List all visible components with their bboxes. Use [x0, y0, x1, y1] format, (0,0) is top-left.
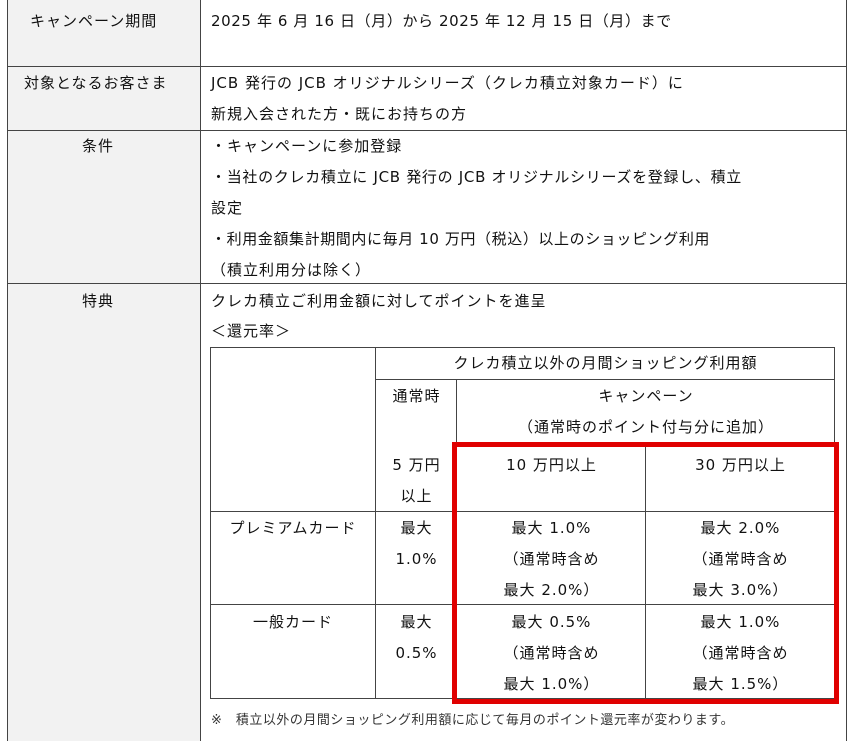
header-normal: 通常時 — [392, 387, 441, 405]
premium-normal: 1.0% — [395, 550, 438, 568]
header-campaign: キャンペーン — [598, 387, 694, 405]
target-text-line1: JCB 発行の JCB オリジナルシリーズ（クレカ積立対象カード）に — [211, 74, 684, 92]
tier-5: 5 万円 — [392, 456, 441, 474]
period-value: 2025 年 6 月 16 日（月）から 2025 年 12 月 15 日（月）… — [211, 12, 672, 30]
outer-left-border — [7, 0, 8, 741]
premium-normal: 最大 — [400, 519, 433, 537]
conditions-line: （積立利用分は除く） — [211, 261, 372, 279]
footnote: ※ 積立以外の月間ショッピング利用額に応じて毎月のポイント還元率が変わります。 — [211, 713, 735, 728]
conditions-line: 設定 — [211, 199, 244, 217]
tier-5: 以上 — [400, 487, 433, 505]
header-campaign-sub: （通常時のポイント付与分に追加） — [517, 418, 774, 436]
row-divider — [7, 66, 847, 67]
conditions-label: 条件 — [82, 137, 115, 155]
conditions-line: ・当社のクレカ積立に JCB 発行の JCB オリジナルシリーズを登録し、積立 — [211, 168, 743, 186]
outer-right-border — [846, 0, 847, 741]
general-normal: 最大 — [400, 613, 433, 631]
row-divider — [7, 130, 847, 131]
benefit-label: 特典 — [82, 292, 115, 310]
row-name-general: 一般カード — [252, 613, 333, 631]
benefit-label-cell — [7, 283, 200, 741]
target-text-line2: 新規入会された方・既にお持ちの方 — [211, 105, 468, 123]
general-normal: 0.5% — [395, 644, 438, 662]
row-divider — [7, 283, 847, 284]
benefit-text: クレカ積立ご利用金額に対してポイントを進呈 — [211, 292, 547, 310]
header-main: クレカ積立以外の月間ショッピング利用額 — [453, 354, 758, 372]
row-name-premium: プレミアムカード — [229, 519, 357, 537]
outer-label-divider — [200, 0, 201, 741]
conditions-line: ・キャンペーンに参加登録 — [211, 137, 403, 155]
period-label: キャンペーン期間 — [30, 12, 158, 30]
campaign-highlight-box — [452, 442, 839, 704]
conditions-line: ・利用金額集計期間内に毎月 10 万円（税込）以上のショッピング利用 — [211, 230, 711, 248]
period-label-cell — [7, 0, 200, 66]
rate-title: ＜還元率＞ — [211, 322, 292, 340]
target-label: 対象となるお客さま — [24, 74, 168, 92]
